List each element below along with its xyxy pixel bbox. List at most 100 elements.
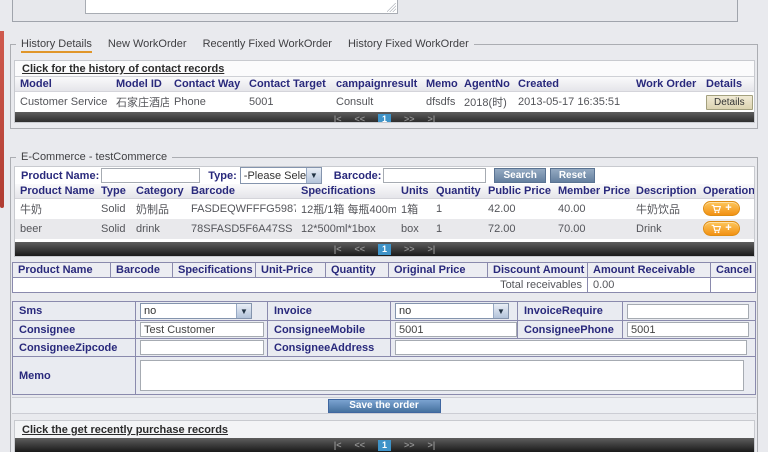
cell-type: Solid <box>96 199 131 220</box>
column-header-description: Description <box>631 184 698 199</box>
tab-history-details[interactable]: History Details <box>21 38 92 53</box>
product-name-label: Product Name: <box>21 170 99 182</box>
search-button[interactable]: Search <box>494 168 545 183</box>
dropdown-arrow-icon: ▼ <box>493 304 508 318</box>
column-header-product-name: Product Name <box>13 263 111 278</box>
purchase-records-link[interactable]: Click the get recently purchase records <box>22 424 228 436</box>
total-receivables-value: 0.00 <box>588 278 711 293</box>
next-page-icon[interactable]: >> <box>404 114 415 123</box>
cell-operation: + <box>698 219 754 239</box>
plus-icon: + <box>725 223 731 234</box>
invoice-require-label: InvoiceRequire <box>518 302 623 321</box>
contact-history-link-row: Click for the history of contact records <box>15 61 754 77</box>
tab-recently-fixed-workorder[interactable]: Recently Fixed WorkOrder <box>203 38 332 53</box>
type-select[interactable]: -Please Select- ▼ <box>240 167 322 184</box>
cell-model: Customer Service <box>15 92 111 113</box>
first-page-icon[interactable]: |< <box>334 244 342 254</box>
workorder-tabs: History Details New WorkOrder Recently F… <box>16 38 474 53</box>
add-to-cart-button[interactable]: + <box>703 221 740 236</box>
first-page-icon[interactable]: |< <box>334 440 342 450</box>
column-header-barcode: Barcode <box>186 184 296 199</box>
cell-contact-target: 5001 <box>244 92 331 113</box>
prev-page-icon[interactable]: << <box>354 244 365 254</box>
order-items-header-row: Product Name Barcode Specifications Unit… <box>13 263 756 278</box>
column-header-specifications: Specifications <box>296 184 396 199</box>
product-pagination: |< << 1 >> >| <box>15 242 754 256</box>
prev-page-icon[interactable]: << <box>354 440 365 450</box>
details-button[interactable]: Details <box>706 95 753 110</box>
cell-member-price: 70.00 <box>553 219 631 239</box>
sms-label: Sms <box>13 302 136 321</box>
top-memo-textarea[interactable] <box>85 0 398 14</box>
add-to-cart-button[interactable]: + <box>703 201 740 216</box>
column-header-amount-receivable: Amount Receivable <box>588 263 711 278</box>
contact-history-row: Customer Service 石家庄酒店 Phone 5001 Consul… <box>15 92 754 113</box>
cell-units: box <box>396 219 431 239</box>
column-header-memo: Memo <box>421 77 459 92</box>
column-header-contact-way: Contact Way <box>169 77 244 92</box>
cell-quantity: 1 <box>431 219 483 239</box>
cell-created: 2013-05-17 16:35:51 <box>513 92 631 113</box>
cell-public-price: 72.00 <box>483 219 553 239</box>
product-search-row: Product Name: Type: -Please Select- ▼ Ba… <box>15 167 754 184</box>
cell-quantity: 1 <box>431 199 483 220</box>
column-header-category: Category <box>131 184 186 199</box>
product-panel: Product Name: Type: -Please Select- ▼ Ba… <box>14 166 755 257</box>
contact-history-panel: Click for the history of contact records… <box>14 60 755 123</box>
cell-barcode: FASDEQWFFFG59874 <box>186 199 296 220</box>
consignee-mobile-input[interactable] <box>395 322 517 337</box>
memo-textarea[interactable] <box>140 360 744 391</box>
dropdown-arrow-icon: ▼ <box>236 304 251 318</box>
cell-campaignresult: Consult <box>331 92 421 113</box>
cell-model-id: 石家庄酒店 <box>111 92 169 113</box>
cell-operation: + <box>698 199 754 220</box>
order-items-table: Product Name Barcode Specifications Unit… <box>12 262 756 293</box>
tab-new-workorder[interactable]: New WorkOrder <box>108 38 187 53</box>
sms-select-value: no <box>141 305 236 317</box>
last-page-icon[interactable]: >| <box>428 114 436 123</box>
cell-contact-way: Phone <box>169 92 244 113</box>
next-page-icon[interactable]: >> <box>404 244 415 254</box>
consignee-phone-input[interactable] <box>627 322 749 337</box>
barcode-input[interactable] <box>383 168 486 183</box>
last-page-icon[interactable]: >| <box>428 244 436 254</box>
current-page: 1 <box>378 440 391 451</box>
column-header-barcode: Barcode <box>111 263 173 278</box>
consignee-zipcode-label: ConsigneeZipcode <box>13 339 136 357</box>
column-header-model-id: Model ID <box>111 77 169 92</box>
column-header-unit-price: Unit-Price <box>256 263 326 278</box>
column-header-units: Units <box>396 184 431 199</box>
consignee-input[interactable] <box>140 322 264 337</box>
memo-label: Memo <box>13 357 136 395</box>
resize-grip-icon[interactable] <box>387 3 396 12</box>
product-name-input[interactable] <box>101 168 200 183</box>
tab-history-fixed-workorder[interactable]: History Fixed WorkOrder <box>348 38 469 53</box>
column-header-original-price: Original Price <box>389 263 488 278</box>
cell-description: Drink <box>631 219 698 239</box>
sms-select[interactable]: no ▼ <box>140 303 252 319</box>
purchase-records-link-row: Click the get recently purchase records <box>15 421 754 438</box>
column-header-discount-amount: Discount Amount <box>488 263 588 278</box>
cell-specifications: 12*500ml*1box <box>296 219 396 239</box>
reset-button[interactable]: Reset <box>550 168 595 183</box>
invoice-select[interactable]: no ▼ <box>395 303 509 319</box>
next-page-icon[interactable]: >> <box>404 440 415 450</box>
order-entry-screen: History Details New WorkOrder Recently F… <box>0 0 768 452</box>
type-label: Type: <box>208 170 237 182</box>
cell-agentno: 2018(时) <box>459 92 513 113</box>
column-header-created: Created <box>513 77 631 92</box>
contact-history-link[interactable]: Click for the history of contact records <box>22 63 224 75</box>
column-header-operation: Operation <box>698 184 754 199</box>
total-receivables-row: Total receivables 0.00 <box>13 278 756 293</box>
invoice-select-value: no <box>396 305 493 317</box>
prev-page-icon[interactable]: << <box>354 114 365 123</box>
last-page-icon[interactable]: >| <box>428 440 436 450</box>
invoice-require-input[interactable] <box>627 304 749 319</box>
save-order-button[interactable]: Save the order <box>328 399 441 413</box>
consignee-mobile-label: ConsigneeMobile <box>268 321 391 339</box>
cart-icon <box>711 224 721 234</box>
consignee-address-label: ConsigneeAddress <box>268 339 391 357</box>
consignee-zipcode-input[interactable] <box>140 340 264 355</box>
first-page-icon[interactable]: |< <box>334 114 342 123</box>
consignee-address-input[interactable] <box>395 340 747 355</box>
